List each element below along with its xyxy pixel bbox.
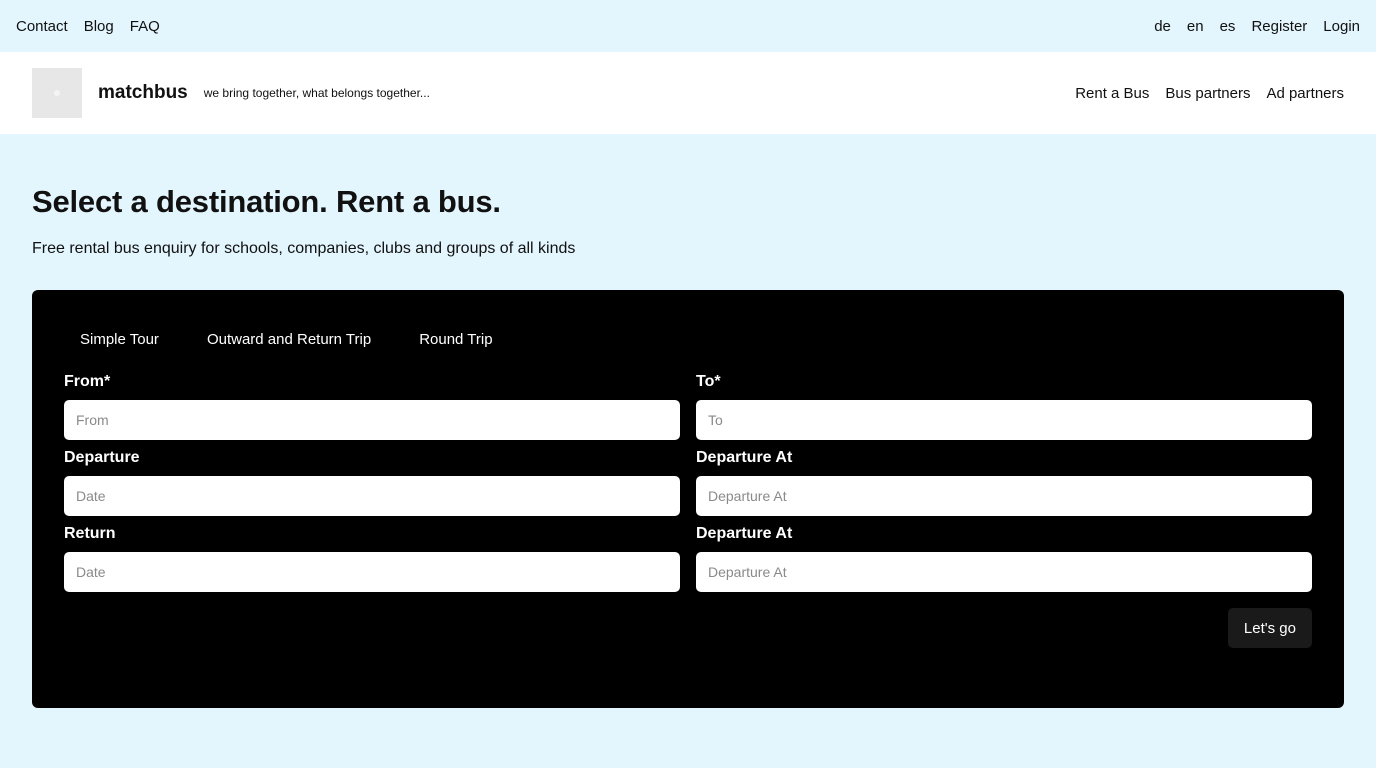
blog-link[interactable]: Blog bbox=[84, 18, 114, 35]
lets-go-button[interactable]: Let's go bbox=[1227, 608, 1312, 648]
site-header: matchbus we bring together, what belongs… bbox=[0, 52, 1376, 134]
departure-label: Departure bbox=[64, 449, 140, 466]
page-subtitle: Free rental bus enquiry for schools, com… bbox=[32, 240, 576, 257]
departure-field-group: Departure bbox=[64, 446, 680, 516]
departure-date-input[interactable] bbox=[64, 476, 680, 516]
return-field-group: Return bbox=[64, 522, 680, 592]
nav-ad-partners[interactable]: Ad partners bbox=[1266, 85, 1344, 102]
trip-type-tabs: Simple Tour Outward and Return Trip Roun… bbox=[64, 322, 1312, 358]
from-field-group: From* bbox=[64, 370, 680, 440]
faq-link[interactable]: FAQ bbox=[130, 18, 160, 35]
contact-link[interactable]: Contact bbox=[16, 18, 68, 35]
tagline: we bring together, what belongs together… bbox=[203, 86, 430, 100]
from-label: From* bbox=[64, 373, 111, 390]
top-bar: Contact Blog FAQ de en es Register Login bbox=[0, 0, 1376, 52]
register-link[interactable]: Register bbox=[1251, 18, 1307, 35]
return-departure-at-field-group: Departure At bbox=[696, 522, 1312, 592]
to-field-group: To* bbox=[696, 370, 1312, 440]
return-date-input[interactable] bbox=[64, 552, 680, 592]
departure-at-input[interactable] bbox=[696, 476, 1312, 516]
nav-rent-a-bus[interactable]: Rent a Bus bbox=[1075, 85, 1149, 102]
from-input[interactable] bbox=[64, 400, 680, 440]
return-departure-at-input[interactable] bbox=[696, 552, 1312, 592]
main-nav: Rent a Bus Bus partners Ad partners bbox=[1075, 85, 1344, 102]
booking-form: Simple Tour Outward and Return Trip Roun… bbox=[32, 290, 1344, 708]
logo-image[interactable] bbox=[32, 68, 82, 118]
departure-at-field-group: Departure At bbox=[696, 446, 1312, 516]
lang-de-link[interactable]: de bbox=[1154, 18, 1171, 35]
hero: Select a destination. Rent a bus. Free r… bbox=[0, 134, 1376, 258]
page-title: Select a destination. Rent a bus. bbox=[32, 184, 501, 219]
login-link[interactable]: Login bbox=[1323, 18, 1360, 35]
brand[interactable]: matchbus we bring together, what belongs… bbox=[32, 68, 430, 118]
nav-bus-partners[interactable]: Bus partners bbox=[1165, 85, 1250, 102]
form-actions: Let's go bbox=[64, 608, 1312, 648]
lang-es-link[interactable]: es bbox=[1220, 18, 1236, 35]
tab-outward-return[interactable]: Outward and Return Trip bbox=[191, 322, 387, 358]
departure-at-label: Departure At bbox=[696, 449, 793, 466]
to-input[interactable] bbox=[696, 400, 1312, 440]
top-right-links: de en es Register Login bbox=[1154, 18, 1360, 35]
return-label: Return bbox=[64, 525, 116, 542]
tab-simple-tour[interactable]: Simple Tour bbox=[64, 322, 175, 358]
tab-round-trip[interactable]: Round Trip bbox=[403, 322, 508, 358]
top-left-links: Contact Blog FAQ bbox=[16, 18, 160, 35]
return-departure-at-label: Departure At bbox=[696, 525, 793, 542]
form-grid: From* To* Departure Departure At Return … bbox=[64, 370, 1312, 598]
brand-name[interactable]: matchbus bbox=[98, 82, 188, 104]
to-label: To* bbox=[696, 373, 721, 390]
lang-en-link[interactable]: en bbox=[1187, 18, 1204, 35]
